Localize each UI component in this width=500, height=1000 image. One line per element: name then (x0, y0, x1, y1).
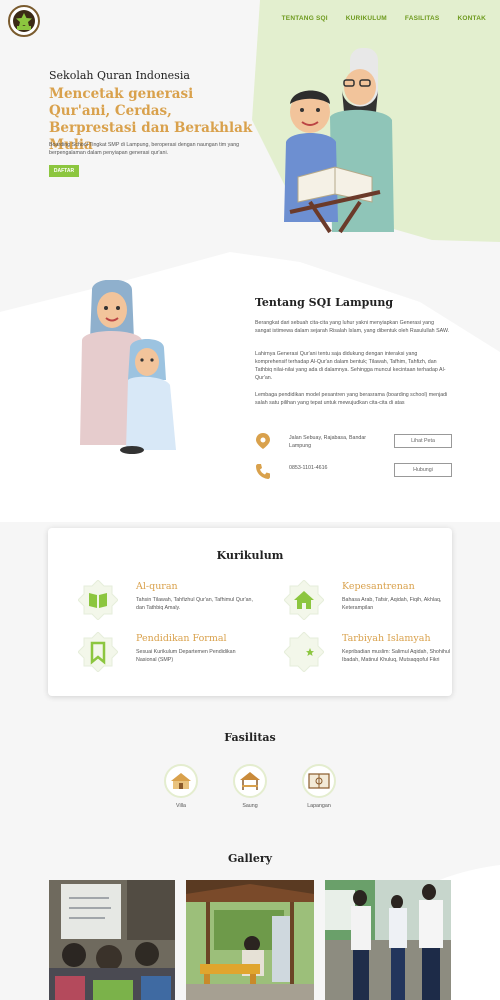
facility-label: Villa (176, 803, 186, 809)
address-text: Jalan Sebuay, Rajabasa, Bandar Lampung (289, 435, 367, 449)
map-pin-icon (256, 433, 270, 449)
curriculum-item-desc: Kepribadian muslim: Salimul Aqidah, Shoh… (342, 649, 451, 663)
nav-kontak[interactable]: KONTAK (457, 15, 486, 22)
crescent-star-icon (284, 632, 324, 672)
curriculum-item-title: Kepesantrenan (342, 581, 415, 592)
curriculum-item-title: Tarbiyah Islamyah (342, 633, 431, 644)
curriculum-item-title: Al-quran (136, 581, 178, 592)
curriculum-item-title: Pendidikan Formal (136, 633, 227, 644)
villa-icon (171, 773, 191, 789)
curriculum-item-desc: Tahsin Tilawah, Tahfizhul Qur'an, Tafhim… (136, 597, 253, 611)
facility-lapangan[interactable]: Lapangan (299, 764, 339, 809)
saung-icon (240, 772, 260, 790)
facilities-title: Fasilitas (224, 731, 276, 744)
hero-kicker: Sekolah Quran Indonesia (49, 69, 190, 82)
book-icon (78, 580, 118, 620)
curriculum-item-formal: Pendidikan Formal Sesuai Kurikulum Depar… (78, 632, 248, 682)
phone-text: 0853-1101-4616 (289, 465, 328, 471)
sqi-logo[interactable] (8, 5, 40, 37)
gallery-photo-saung[interactable] (186, 880, 314, 1000)
hubungi-button[interactable]: Hubungi (394, 463, 452, 477)
about-title: Tentang SQI Lampung (255, 296, 394, 309)
curriculum-item-desc: Sesuai Kurikulum Departemen Pendidikan N… (136, 649, 236, 663)
about-illustration (80, 280, 176, 454)
curriculum-item-alquran: Al-quran Tahsin Tilawah, Tahfizhul Qur'a… (78, 580, 253, 630)
curriculum-title: Kurikulum (216, 549, 284, 562)
daftar-button[interactable]: DAFTAR (49, 165, 79, 177)
curriculum-card: Kurikulum Al-quran Tahsin Tilawah, Tahfi… (48, 528, 452, 696)
nav-kurikulum[interactable]: KURIKULUM (346, 15, 387, 22)
about-paragraph-2: Lahirnya Generasi Qur'ani tentu saja did… (255, 351, 446, 381)
nav-fasilitas[interactable]: FASILITAS (405, 15, 440, 22)
home-icon (284, 580, 324, 620)
bookmark-icon (78, 632, 118, 672)
lihat-peta-button[interactable]: Lihat Peta (394, 434, 452, 448)
facility-saung[interactable]: Saung (230, 764, 270, 809)
facility-villa[interactable]: Villa (161, 764, 201, 809)
about-paragraph-3: Lembaga pendidikan model pesantren yang … (255, 392, 448, 406)
gallery-photo-classroom[interactable] (49, 880, 175, 1000)
main-nav: TENTANG SQI KURIKULUM FASILITAS KONTAK (282, 15, 486, 22)
curriculum-item-tarbiyah: Tarbiyah Islamyah Kepribadian muslim: Sa… (284, 632, 454, 682)
sqi-logo-icon (13, 10, 35, 32)
field-icon (308, 773, 330, 789)
gallery-title: Gallery (227, 852, 273, 865)
facility-label: Saung (242, 803, 258, 809)
about-paragraph-1: Berangkat dari sebuah cita-cita yang luh… (255, 320, 450, 334)
hero-illustration (284, 48, 394, 234)
hero-description: Boarding School Tingkat SMP di Lampung, … (49, 142, 240, 156)
nav-tentang[interactable]: TENTANG SQI (282, 15, 328, 22)
facility-label: Lapangan (307, 803, 331, 809)
gallery-photo-students[interactable] (325, 880, 451, 1000)
phone-icon (256, 464, 270, 479)
curriculum-item-desc: Bahasa Arab, Tafsir, Aqidah, Fiqih, Akhl… (342, 597, 442, 611)
curriculum-item-kepesantrenan: Kepesantrenan Bahasa Arab, Tafsir, Aqida… (284, 580, 454, 630)
